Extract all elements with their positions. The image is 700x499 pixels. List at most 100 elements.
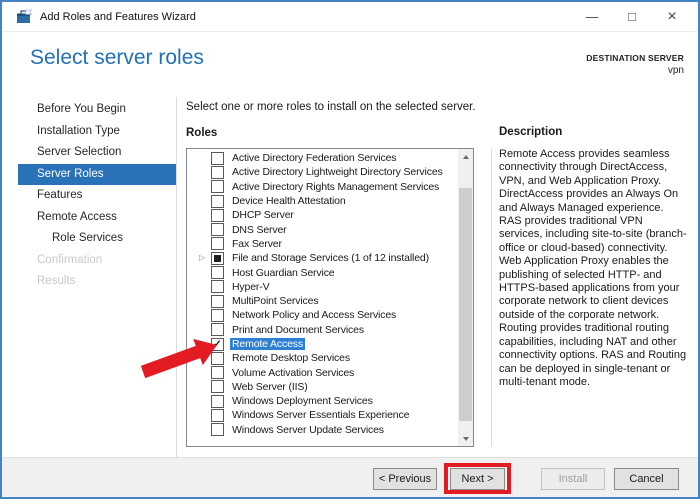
role-checkbox-unchecked[interactable] xyxy=(211,165,224,179)
role-row-active-directory-lightweight-directory-services[interactable]: Active Directory Lightweight Directory S… xyxy=(187,165,457,179)
sidebar-item-features[interactable]: Features xyxy=(18,185,176,207)
role-checkbox-checked[interactable]: ✓ xyxy=(211,337,224,351)
role-label: Volume Activation Services xyxy=(232,366,355,379)
role-label: Print and Document Services xyxy=(232,323,364,336)
role-label: Network Policy and Access Services xyxy=(232,309,397,322)
role-checkbox-unchecked[interactable] xyxy=(211,308,224,322)
install-button[interactable]: Install xyxy=(541,468,605,490)
description-heading: Description xyxy=(499,126,563,138)
role-row-file-and-storage-services-1-of-12-installed[interactable]: ▷ File and Storage Services (1 of 12 inst… xyxy=(187,251,457,265)
role-checkbox-partial[interactable] xyxy=(211,251,224,265)
role-label: File and Storage Services (1 of 12 insta… xyxy=(232,252,429,265)
scrollbar-thumb[interactable] xyxy=(459,188,472,421)
role-label: Windows Server Update Services xyxy=(232,423,384,436)
role-checkbox-unchecked[interactable] xyxy=(211,280,224,294)
window-title: Add Roles and Features Wizard xyxy=(40,10,196,23)
previous-button[interactable]: < Previous xyxy=(373,468,437,490)
role-label: Host Guardian Service xyxy=(232,266,335,279)
role-checkbox-unchecked[interactable] xyxy=(211,423,224,437)
role-label: MultiPoint Services xyxy=(232,295,319,308)
role-row-fax-server[interactable]: Fax Server xyxy=(187,237,457,251)
role-label: Active Directory Lightweight Directory S… xyxy=(232,166,443,179)
next-button[interactable]: Next > xyxy=(450,468,505,490)
scrollbar-down-arrow[interactable] xyxy=(458,431,473,446)
cancel-button[interactable]: Cancel xyxy=(614,468,679,490)
role-row-active-directory-federation-services[interactable]: Active Directory Federation Services xyxy=(187,151,457,165)
role-checkbox-unchecked[interactable] xyxy=(211,194,224,208)
role-row-device-health-attestation[interactable]: Device Health Attestation xyxy=(187,194,457,208)
page-title: Select server roles xyxy=(30,46,204,69)
sidebar-item-results: Results xyxy=(37,275,76,287)
maximize-button[interactable]: □ xyxy=(612,2,652,31)
role-checkbox-unchecked[interactable] xyxy=(211,380,224,394)
role-label: Active Directory Rights Management Servi… xyxy=(232,180,440,193)
role-label: Windows Server Essentials Experience xyxy=(232,409,410,422)
role-row-network-policy-and-access-services[interactable]: Network Policy and Access Services xyxy=(187,308,457,322)
role-label: Fax Server xyxy=(232,237,282,250)
role-label: Remote Access xyxy=(230,338,305,350)
role-checkbox-unchecked[interactable] xyxy=(211,180,224,194)
role-checkbox-unchecked[interactable] xyxy=(211,294,224,308)
role-checkbox-unchecked[interactable] xyxy=(211,323,224,337)
role-label: Device Health Attestation xyxy=(232,195,346,208)
destination-server-label: DESTINATION SERVER xyxy=(586,53,684,63)
roles-listbox: Active Directory Federation Services Acti… xyxy=(186,148,474,447)
minimize-button[interactable]: — xyxy=(572,2,612,31)
sidebar-divider xyxy=(176,97,177,458)
role-row-windows-server-update-services[interactable]: Windows Server Update Services xyxy=(187,423,457,437)
title-bar: Add Roles and Features Wizard — □ × xyxy=(2,2,698,32)
up-triangle-icon xyxy=(462,154,469,159)
wizard-window: Add Roles and Features Wizard — □ × Sele… xyxy=(0,0,700,499)
role-label: Web Server (IIS) xyxy=(232,380,308,393)
sidebar-item-remote-access[interactable]: Remote Access xyxy=(18,207,176,229)
role-label: Remote Desktop Services xyxy=(232,352,350,365)
role-checkbox-unchecked[interactable] xyxy=(211,351,224,365)
role-row-print-and-document-services[interactable]: Print and Document Services xyxy=(187,323,457,337)
sidebar-item-confirmation: Confirmation xyxy=(37,253,103,266)
window-controls: — □ × xyxy=(572,2,692,31)
role-row-hyper-v[interactable]: Hyper-V xyxy=(187,280,457,294)
role-label: Hyper-V xyxy=(232,280,270,293)
role-row-windows-server-essentials-experience[interactable]: Windows Server Essentials Experience xyxy=(187,408,457,422)
role-row-dns-server[interactable]: DNS Server xyxy=(187,222,457,237)
role-row-multipoint-services[interactable]: MultiPoint Services xyxy=(187,294,457,308)
role-row-web-server-iis[interactable]: Web Server (IIS) xyxy=(187,380,457,394)
role-row-windows-deployment-services[interactable]: Windows Deployment Services xyxy=(187,394,457,408)
role-label: DHCP Server xyxy=(232,209,294,222)
role-checkbox-unchecked[interactable] xyxy=(211,408,224,422)
server-manager-icon xyxy=(17,9,32,23)
role-label: Windows Deployment Services xyxy=(232,395,373,408)
sidebar-item-role-services[interactable]: Role Services xyxy=(18,228,176,250)
expander-icon[interactable]: ▷ xyxy=(199,253,211,263)
description-divider xyxy=(491,148,492,447)
role-row-dhcp-server[interactable]: DHCP Server xyxy=(187,208,457,222)
wizard-steps-sidebar: Before You Begin Installation Type Server … xyxy=(18,99,176,293)
scrollbar-up-arrow[interactable] xyxy=(458,149,473,164)
role-label: Active Directory Federation Services xyxy=(232,152,397,165)
role-checkbox-unchecked[interactable] xyxy=(211,266,224,280)
roles-heading: Roles xyxy=(186,127,218,139)
sidebar-item-before-you-begin[interactable]: Before You Begin xyxy=(18,99,176,121)
role-row-volume-activation-services[interactable]: Volume Activation Services xyxy=(187,365,457,380)
role-checkbox-unchecked[interactable] xyxy=(211,394,224,408)
roles-list: Active Directory Federation Services Acti… xyxy=(187,151,457,444)
role-row-remote-access[interactable]: ✓ Remote Access xyxy=(187,337,457,351)
instruction-text: Select one or more roles to install on t… xyxy=(186,101,476,113)
close-button[interactable]: × xyxy=(652,2,692,31)
role-checkbox-unchecked[interactable] xyxy=(211,366,224,380)
role-checkbox-unchecked[interactable] xyxy=(211,208,224,222)
role-checkbox-unchecked[interactable] xyxy=(211,223,224,237)
down-triangle-icon xyxy=(462,436,469,441)
destination-server-block: DESTINATION SERVER vpn xyxy=(586,53,684,76)
sidebar-item-server-selection[interactable]: Server Selection xyxy=(18,142,176,164)
sidebar-item-server-roles[interactable]: Server Roles xyxy=(18,163,176,185)
sidebar-item-installation-type[interactable]: Installation Type xyxy=(18,121,176,143)
roles-scrollbar[interactable] xyxy=(458,149,473,446)
role-checkbox-unchecked[interactable] xyxy=(211,237,224,251)
role-label: DNS Server xyxy=(232,223,287,236)
description-text: Remote Access provides seamless connecti… xyxy=(499,148,687,388)
role-row-active-directory-rights-management-services[interactable]: Active Directory Rights Management Servi… xyxy=(187,180,457,194)
role-checkbox-unchecked[interactable] xyxy=(211,151,224,165)
role-row-host-guardian-service[interactable]: Host Guardian Service xyxy=(187,265,457,280)
role-row-remote-desktop-services[interactable]: Remote Desktop Services xyxy=(187,351,457,365)
